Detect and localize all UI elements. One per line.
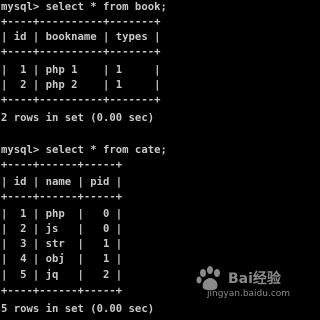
terminal-line: +----+----------+-------+	[1, 94, 161, 106]
terminal-line: mysql> select * from cate;	[1, 144, 167, 156]
terminal-line: | id | name | pid |	[1, 176, 123, 188]
baidu-jingyan-watermark: Bai经验 jingyan.baidu.com	[195, 266, 290, 306]
terminal-line: | 2 | js | 0 |	[1, 223, 123, 235]
terminal-line: | 5 | jq | 2 |	[1, 269, 123, 281]
terminal-line: mysql> select * from book;	[1, 1, 167, 13]
terminal-line: +----+----------+-------+	[1, 46, 161, 58]
terminal-line: +----+------+-----+	[1, 191, 123, 203]
terminal-line: | 1 | php | 0 |	[1, 208, 123, 220]
terminal-line: +----+------+-----+	[1, 285, 123, 297]
terminal-line: | 3 | str | 1 |	[1, 238, 123, 250]
watermark-url-text: jingyan.baidu.com	[207, 289, 291, 299]
terminal-line: | 4 | obj | 1 |	[1, 253, 123, 265]
terminal-line: 2 rows in set (0.00 sec)	[1, 112, 155, 124]
terminal-line: | 2 | php 2 | 1 |	[1, 79, 161, 91]
terminal-line: | id | bookname | types |	[1, 31, 161, 43]
watermark-brand-text: Bai经验	[228, 271, 281, 287]
terminal-line: +----+----------+-------+	[1, 16, 161, 28]
terminal-line: | 1 | php 1 | 1 |	[1, 64, 161, 76]
terminal-line: 5 rows in set (0.00 sec)	[1, 303, 155, 315]
terminal-line: +----+------+-----+	[1, 159, 123, 171]
